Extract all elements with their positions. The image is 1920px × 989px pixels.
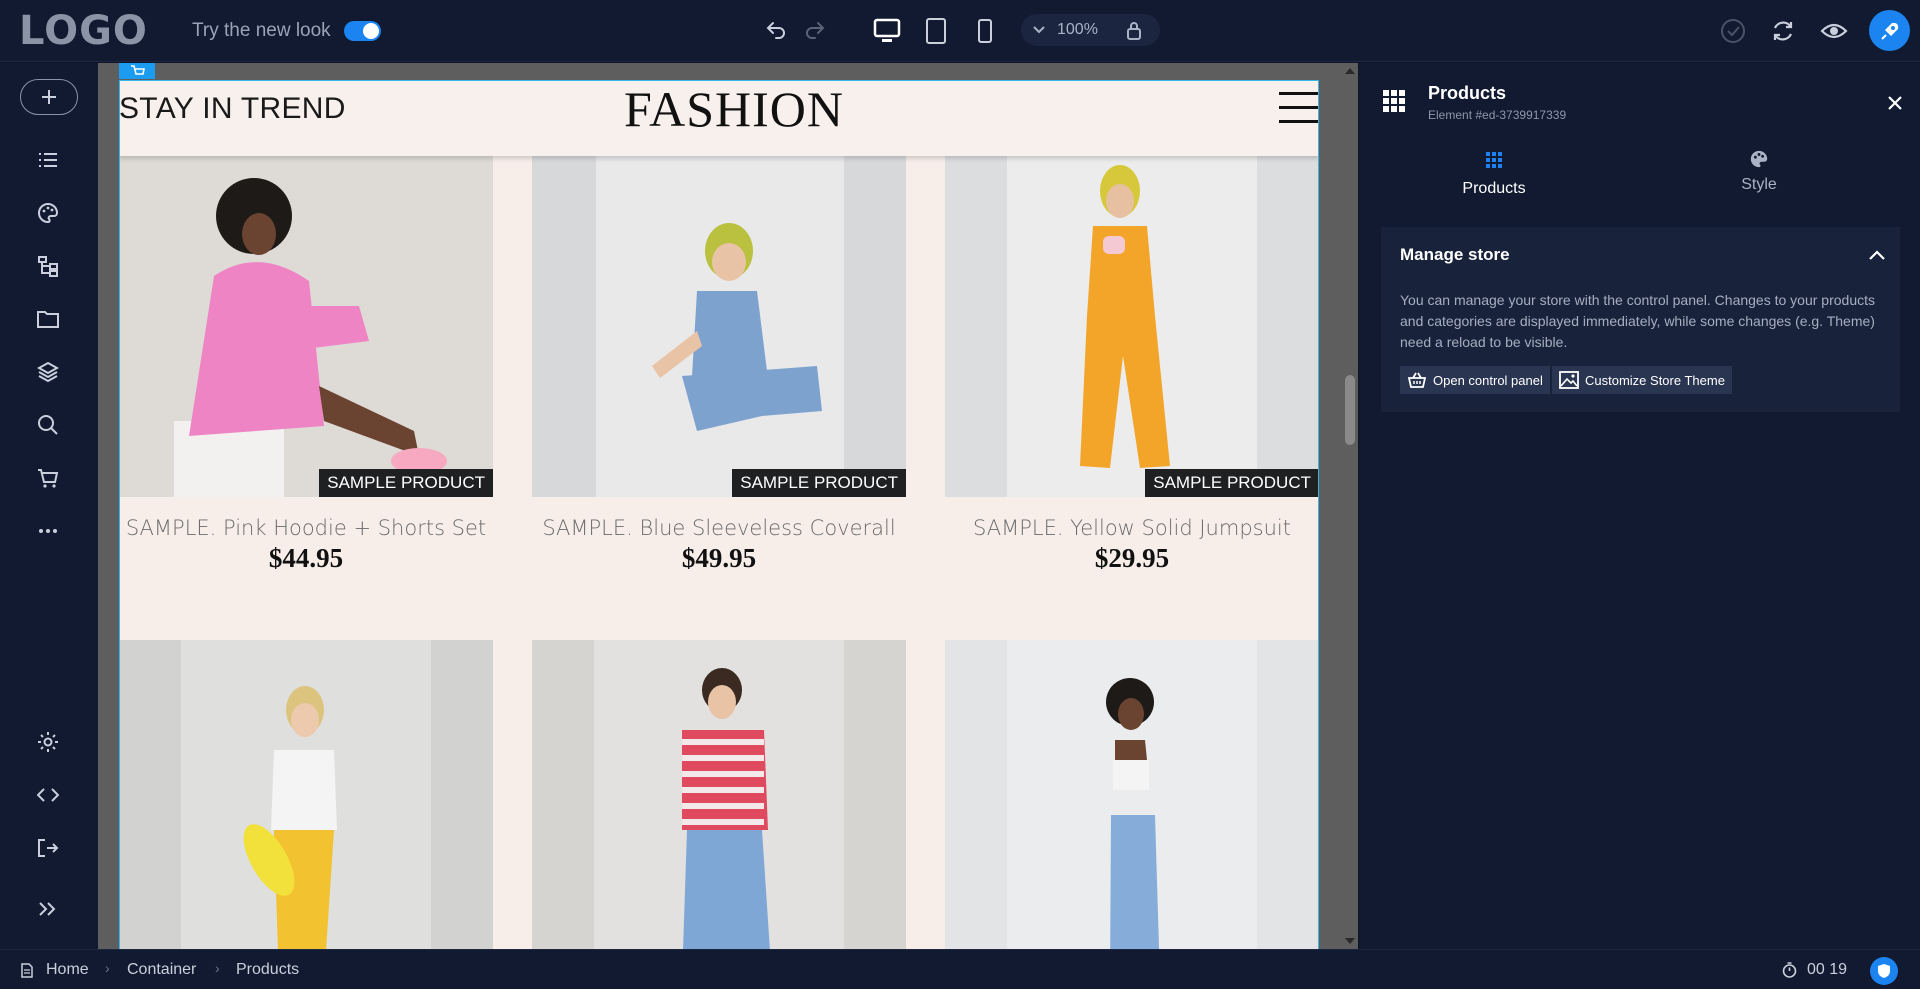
scrollbar-thumb[interactable] [1345,375,1355,445]
product-photo[interactable]: SAMPLE PRODUCT [532,156,906,497]
manage-store-title: Manage store [1400,245,1510,264]
breadcrumb-separator-icon: › [215,960,220,976]
customize-store-theme-label: Customize Store Theme [1585,372,1725,388]
page-icon [20,962,34,978]
site-page[interactable]: STAY IN TREND FASHION SAMPLE PRODUCT SAM… [119,80,1319,949]
site-tagline: STAY IN TREND [119,92,346,125]
product-price: $29.95 [1094,543,1170,573]
palette-icon [1750,150,1768,168]
panel-title: Products [1428,83,1507,103]
product-photo-art [532,156,906,497]
top-toolbar: LOGO Try the new look 100% [0,0,1920,62]
palette-icon[interactable] [35,200,61,226]
customize-store-theme-button[interactable]: Customize Store Theme [1552,366,1732,394]
grid-products-icon [1381,88,1407,114]
expand-sidebar-icon[interactable] [35,896,61,922]
product-photo[interactable] [532,640,906,949]
element-id: Element #ed-3739917339 [1428,108,1567,122]
left-sidebar [0,63,98,949]
logout-icon[interactable] [35,835,61,861]
open-control-panel-label: Open control panel [1433,372,1543,388]
timer-icon [1781,962,1797,978]
close-icon[interactable] [1885,93,1905,113]
site-header[interactable]: STAY IN TREND FASHION [119,80,1319,156]
chevron-up-icon[interactable] [1867,247,1887,263]
tab-products[interactable]: Products [1364,151,1624,198]
product-photo-art [945,640,1319,949]
breadcrumb-home[interactable]: Home [46,961,89,979]
status-bar: Home › Container › Products 00 19 [0,949,1920,989]
manage-store-section: Manage store You can manage your store w… [1381,227,1900,412]
basket-icon [1407,372,1427,388]
tab-style-label: Style [1741,176,1777,193]
lock-icon[interactable] [1124,20,1144,42]
tab-products-label: Products [1462,180,1526,197]
breadcrumb-separator-icon: › [105,960,110,976]
list-icon[interactable] [35,147,61,173]
editor-canvas[interactable]: STAY IN TREND FASHION SAMPLE PRODUCT SAM… [98,63,1358,949]
site-brand[interactable]: FASHION [624,80,844,138]
product-photo[interactable] [945,640,1319,949]
manage-store-description: You can manage your store with the contr… [1400,292,1875,350]
cart-icon[interactable] [35,465,61,491]
product-name[interactable]: SAMPLE. Yellow Solid Jumpsuit [945,516,1319,540]
mobile-view-icon[interactable] [971,15,999,47]
redo-icon[interactable] [801,17,829,45]
product-price: $49.95 [681,543,757,573]
layers-icon[interactable] [35,359,61,385]
refresh-icon[interactable] [1769,17,1797,45]
products-tab-icon [1486,152,1502,168]
product-photo[interactable]: SAMPLE PRODUCT [119,156,493,497]
product-photo[interactable]: SAMPLE PRODUCT [945,156,1319,497]
product-photo-art [945,156,1319,497]
tree-structure-icon[interactable] [35,253,61,279]
settings-gear-icon[interactable] [35,729,61,755]
chevron-down-icon[interactable] [1031,22,1047,38]
properties-panel: Products Element #ed-3739917339 Products… [1359,63,1920,949]
check-circle-icon[interactable] [1719,17,1747,45]
product-name[interactable]: SAMPLE. Blue Sleeveless Coverall [532,516,906,540]
search-icon[interactable] [35,412,61,438]
toggle-knob [363,23,379,39]
hamburger-menu-icon[interactable] [1279,92,1319,126]
try-new-look-label: Try the new look [192,20,331,41]
element-cart-tag[interactable] [119,63,155,79]
image-icon [1559,371,1579,389]
product-photo-art [119,156,493,497]
sample-product-badge: SAMPLE PRODUCT [1145,469,1319,497]
product-photo-art [532,640,906,949]
desktop-view-icon[interactable] [872,16,902,46]
code-icon[interactable] [35,782,61,808]
preview-eye-icon[interactable] [1819,17,1849,45]
product-name[interactable]: SAMPLE. Pink Hoodie + Shorts Set [119,516,493,540]
product-photo-art [119,640,493,949]
breadcrumb-products[interactable]: Products [236,961,299,979]
new-look-toggle[interactable] [344,21,381,41]
add-element-button[interactable] [20,79,78,115]
breadcrumb-container[interactable]: Container [127,961,196,979]
open-control-panel-button[interactable]: Open control panel [1400,366,1550,394]
sample-product-badge: SAMPLE PRODUCT [319,469,493,497]
shield-icon[interactable] [1870,957,1898,985]
app-logo: LOGO [19,8,148,54]
undo-icon[interactable] [762,17,790,45]
sample-product-badge: SAMPLE PRODUCT [732,469,906,497]
tab-style[interactable]: Style [1629,149,1889,194]
zoom-value: 100% [1057,21,1098,38]
product-price: $44.95 [268,543,344,573]
tablet-view-icon[interactable] [921,15,951,47]
session-timer: 00 19 [1807,961,1848,978]
canvas-scrollbar[interactable] [1342,63,1358,949]
product-photo[interactable] [119,640,493,949]
publish-rocket-icon[interactable] [1869,10,1910,51]
folder-icon[interactable] [35,306,61,332]
more-dots-icon[interactable] [35,518,61,544]
